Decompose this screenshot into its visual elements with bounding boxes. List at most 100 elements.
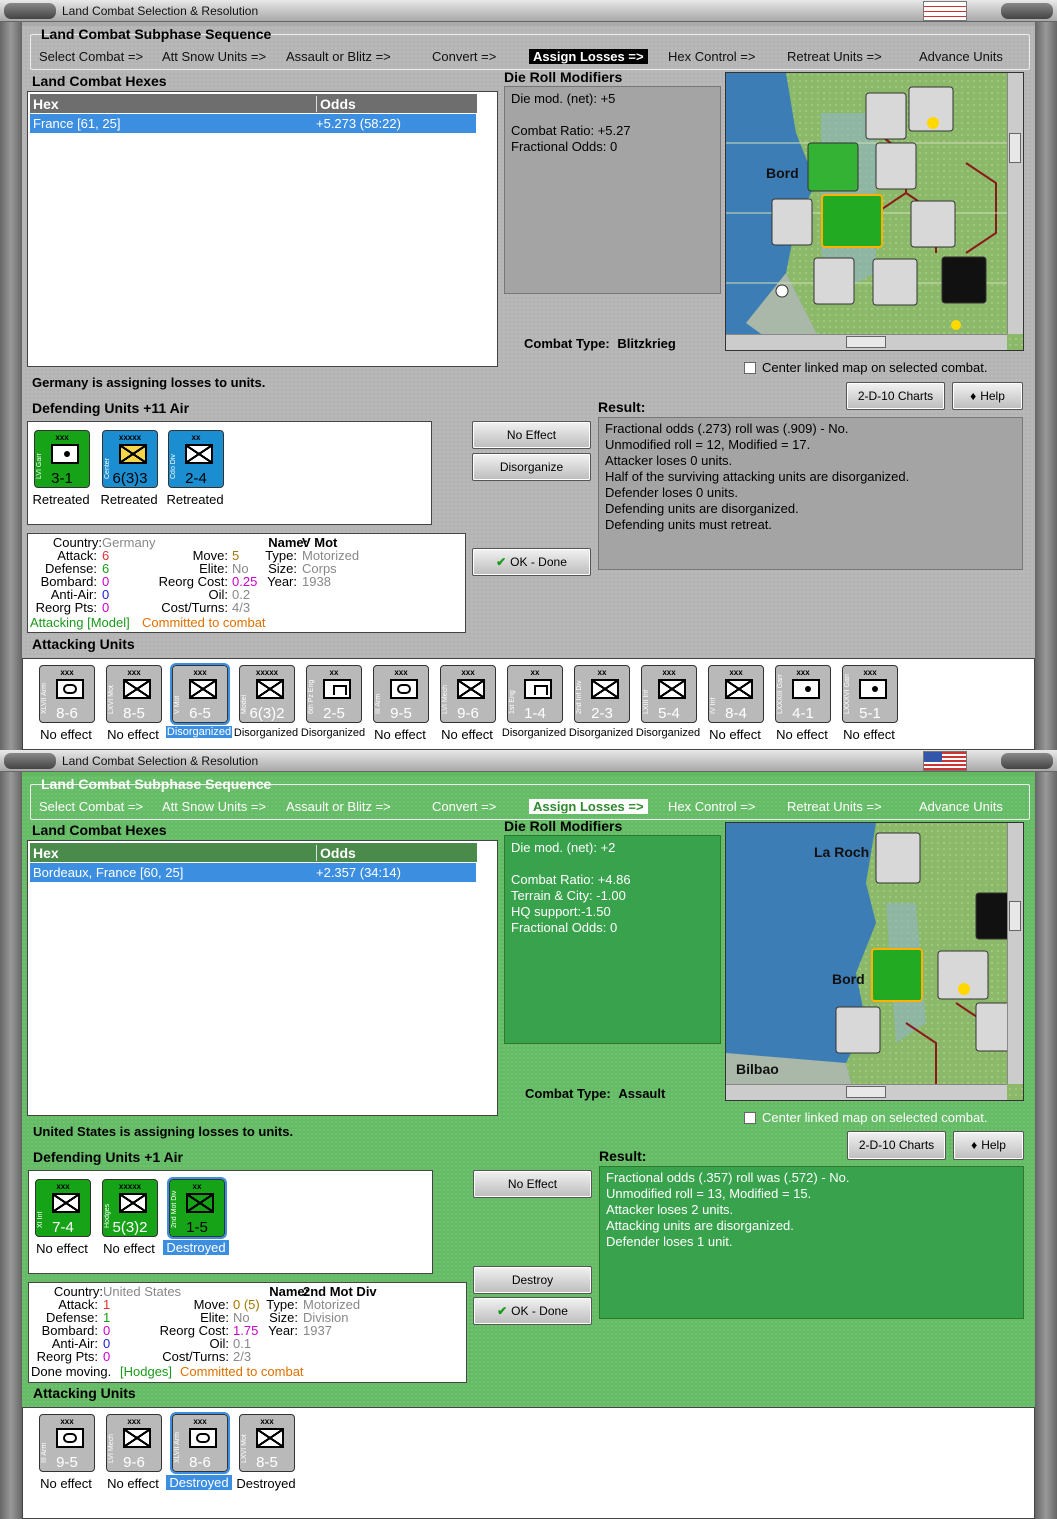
- seq-retreat[interactable]: Retreat Units =>: [787, 49, 882, 64]
- unit-counter: xxx LXIII Inf 5-4: [641, 665, 697, 723]
- disorganize-button[interactable]: Disorganize: [472, 453, 591, 481]
- seq-select-combat[interactable]: Select Combat =>: [39, 799, 143, 814]
- defender-unit[interactable]: xx Cdo Div 2-4 Retreated: [162, 426, 228, 512]
- destroy-button[interactable]: Destroy: [473, 1266, 592, 1294]
- attacker-unit-selected[interactable]: xxx V Mot 6-5 Disorganized: [166, 661, 232, 747]
- seq-assign-losses[interactable]: Assign Losses =>: [529, 799, 648, 814]
- map-vscroll-thumb[interactable]: [1009, 901, 1021, 931]
- attacker-unit[interactable]: xxx IV Inf 8-4 No effect: [702, 661, 768, 747]
- linked-map[interactable]: La Roch Bord Bilbao: [725, 822, 1024, 1101]
- book-icon: ♦: [971, 1138, 978, 1152]
- attacker-unit[interactable]: xx 6th Pz Eng 2-5 Disorganized: [300, 661, 366, 747]
- center-map-checkbox[interactable]: Center linked map on selected combat.: [744, 1110, 987, 1125]
- attacker-unit[interactable]: xxx LXVI Mot 8-5 Destroyed: [233, 1410, 299, 1496]
- unit-status: Destroyed: [166, 1475, 232, 1490]
- unit-counter: xxxxx Hodges 5(3)2: [102, 1179, 158, 1237]
- window-controls-right[interactable]: [1001, 753, 1053, 769]
- map-vscroll[interactable]: [1007, 823, 1023, 1084]
- map-hscroll[interactable]: [726, 334, 1007, 350]
- window-controls-right[interactable]: [1001, 3, 1053, 19]
- map-hscroll-thumb[interactable]: [846, 336, 886, 348]
- seq-hex-control[interactable]: Hex Control =>: [668, 49, 755, 64]
- help-button[interactable]: ♦ Help: [953, 1131, 1024, 1160]
- charts-button[interactable]: 2-D-10 Charts: [847, 1131, 946, 1160]
- linked-map[interactable]: Bord: [725, 72, 1024, 351]
- hex-list[interactable]: Hex Odds France [61, 25] +5.273 (58:22): [27, 91, 498, 367]
- defender-unit[interactable]: xxx XI Inf 7-4 No effect: [29, 1175, 95, 1261]
- attacker-unit[interactable]: xxx III Arm 9-5 No effect: [367, 661, 433, 747]
- commando-symbol-icon: [185, 444, 213, 464]
- odds-col-header[interactable]: Odds: [316, 96, 356, 112]
- motorized-symbol-icon: [189, 679, 217, 699]
- hex-cell: France [61, 25]: [33, 116, 121, 131]
- seq-assault-blitz[interactable]: Assault or Blitz =>: [286, 799, 391, 814]
- german-flag-icon: [923, 1, 967, 21]
- attacking-label: Attacking Units: [33, 1385, 136, 1401]
- help-button[interactable]: ♦ Help: [952, 382, 1023, 410]
- charts-button[interactable]: 2-D-10 Charts: [846, 382, 945, 410]
- checkbox-box[interactable]: [744, 1112, 756, 1124]
- unit-strength: 4-1: [792, 705, 814, 722]
- seq-advance[interactable]: Advance Units: [919, 49, 1003, 64]
- seq-att-snow[interactable]: Att Snow Units =>: [162, 49, 266, 64]
- drm-line: [511, 856, 714, 872]
- map-vscroll[interactable]: [1007, 73, 1023, 334]
- unit-counter: xxx LXVI Mot 8-5: [239, 1414, 295, 1472]
- info-key: Year:: [267, 574, 297, 589]
- result-line: Defender loses 0 units.: [605, 485, 738, 500]
- attacker-unit-selected[interactable]: xxx XLVII Arm 8-6 Destroyed: [166, 1410, 232, 1496]
- defender-unit[interactable]: xxxxx Center 6(3)3 Retreated: [96, 426, 162, 512]
- unit-status: No effect: [107, 727, 159, 742]
- attacker-unit[interactable]: xxx LVI Mech 9-6 No effect: [100, 1410, 166, 1496]
- attacker-unit[interactable]: xxx LXVI Mot 8-5 No effect: [100, 661, 166, 747]
- hex-list[interactable]: Hex Odds Bordeaux, France [60, 25] +2.35…: [27, 840, 498, 1116]
- ok-done-button[interactable]: ✔ OK - Done: [472, 548, 591, 576]
- defender-unit[interactable]: xxx LVI Garr 3-1 Retreated: [28, 426, 94, 512]
- attacker-unit[interactable]: xxx LXXXVI Garr 5-1 No effect: [836, 661, 902, 747]
- unit-status: Disorganized: [233, 727, 299, 739]
- attacker-unit[interactable]: xx 1st Eng 1-4 Disorganized: [501, 661, 567, 747]
- info-key: Reorg Pts:: [36, 1349, 98, 1364]
- hex-row-selected[interactable]: Bordeaux, France [60, 25] +2.357 (34:14): [30, 863, 476, 882]
- seq-convert[interactable]: Convert =>: [432, 49, 496, 64]
- attacker-unit[interactable]: xxxxx Model 6(3)2 Disorganized: [233, 661, 299, 747]
- ok-done-button[interactable]: ✔ OK - Done: [473, 1297, 592, 1325]
- attacker-unit[interactable]: xxx XLVII Arm 8-6 No effect: [33, 661, 99, 747]
- defender-unit-selected[interactable]: xx 2nd Mot Div 1-5 Destroyed: [163, 1175, 229, 1261]
- frame-right: [1035, 772, 1057, 1519]
- map-hscroll-thumb[interactable]: [846, 1086, 886, 1098]
- attacker-unit[interactable]: xxx LXIII Inf 5-4 Disorganized: [635, 661, 701, 747]
- hex-row-selected[interactable]: France [61, 25] +5.273 (58:22): [30, 114, 476, 133]
- window-content: Land Combat Subphase Sequence Select Com…: [22, 26, 1035, 750]
- motorized-symbol-icon: [123, 679, 151, 699]
- hex-col-header[interactable]: Hex: [33, 96, 59, 112]
- drm-line: Die mod. (net): +5: [511, 91, 616, 106]
- hex-col-header[interactable]: Hex: [33, 845, 59, 861]
- seq-assign-losses[interactable]: Assign Losses =>: [529, 49, 648, 64]
- map-vscroll-thumb[interactable]: [1009, 133, 1021, 163]
- seq-select-combat[interactable]: Select Combat =>: [39, 49, 143, 64]
- hq-symbol-icon: [119, 1193, 147, 1213]
- defender-unit[interactable]: xxxxx Hodges 5(3)2 No effect: [96, 1175, 162, 1261]
- title-bar: Land Combat Selection & Resolution: [0, 0, 1057, 22]
- odds-col-header[interactable]: Odds: [316, 845, 356, 861]
- window-controls-left[interactable]: [4, 3, 56, 19]
- drm-label: Die Roll Modifiers: [504, 818, 623, 834]
- seq-advance[interactable]: Advance Units: [919, 799, 1003, 814]
- center-map-checkbox[interactable]: Center linked map on selected combat.: [744, 360, 987, 375]
- seq-convert[interactable]: Convert =>: [432, 799, 496, 814]
- seq-att-snow[interactable]: Att Snow Units =>: [162, 799, 266, 814]
- checkbox-box[interactable]: [744, 362, 756, 374]
- result-line: Half of the surviving attacking units ar…: [605, 469, 910, 484]
- attacker-unit[interactable]: xxx LXXXIII Garr 4-1 No effect: [769, 661, 835, 747]
- seq-assault-blitz[interactable]: Assault or Blitz =>: [286, 49, 391, 64]
- map-hscroll[interactable]: [726, 1084, 1007, 1100]
- no-effect-button[interactable]: No Effect: [472, 421, 591, 449]
- seq-retreat[interactable]: Retreat Units =>: [787, 799, 882, 814]
- seq-hex-control[interactable]: Hex Control =>: [668, 799, 755, 814]
- window-controls-left[interactable]: [4, 753, 56, 769]
- attacker-unit[interactable]: xxx III Arm 9-5 No effect: [33, 1410, 99, 1496]
- no-effect-button[interactable]: No Effect: [473, 1170, 592, 1198]
- attacker-unit[interactable]: xxx LVI Mech 9-6 No effect: [434, 661, 500, 747]
- attacker-unit[interactable]: xx 2nd Inf Div 2-3 Disorganized: [568, 661, 634, 747]
